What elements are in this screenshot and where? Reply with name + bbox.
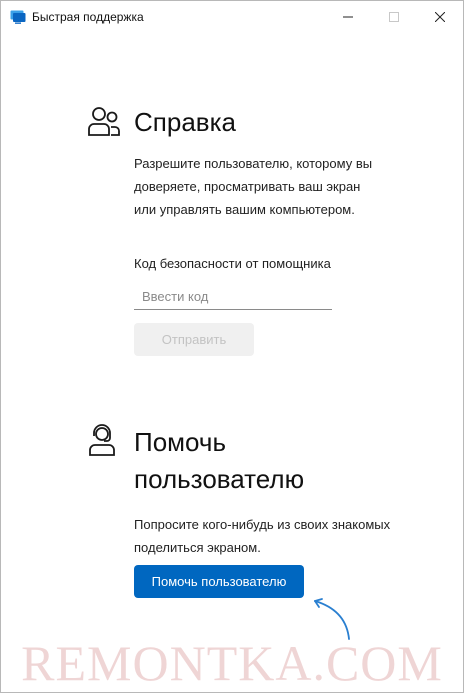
quick-assist-icon [10,10,26,24]
minimize-button[interactable] [325,1,371,33]
security-code-input[interactable] [134,284,332,310]
watermark: REMONTKA.COM [21,635,443,691]
assist-title: Помочь пользователю [134,427,305,494]
help-title: Справка [134,107,236,137]
security-code-label: Код безопасности от помощника [134,256,331,271]
maximize-icon [389,12,399,22]
close-button[interactable] [417,1,463,33]
person-headset-icon [87,424,121,458]
minimize-icon [343,16,353,18]
assist-description: Попросите кого-нибудь из своих знакомых … [134,517,391,555]
help-description: Разрешите пользователю, которому вы дове… [134,156,373,217]
maximize-button[interactable] [371,1,417,33]
submit-button[interactable]: Отправить [134,323,254,356]
close-icon [435,12,445,22]
title-bar[interactable]: Быстрая поддержка [1,1,463,33]
people-icon [87,105,121,139]
window-title: Быстрая поддержка [32,10,144,24]
quick-assist-window: Быстрая поддержка Справка Разрешите поль… [0,0,464,693]
help-user-button[interactable]: Помочь пользователю [134,565,304,598]
